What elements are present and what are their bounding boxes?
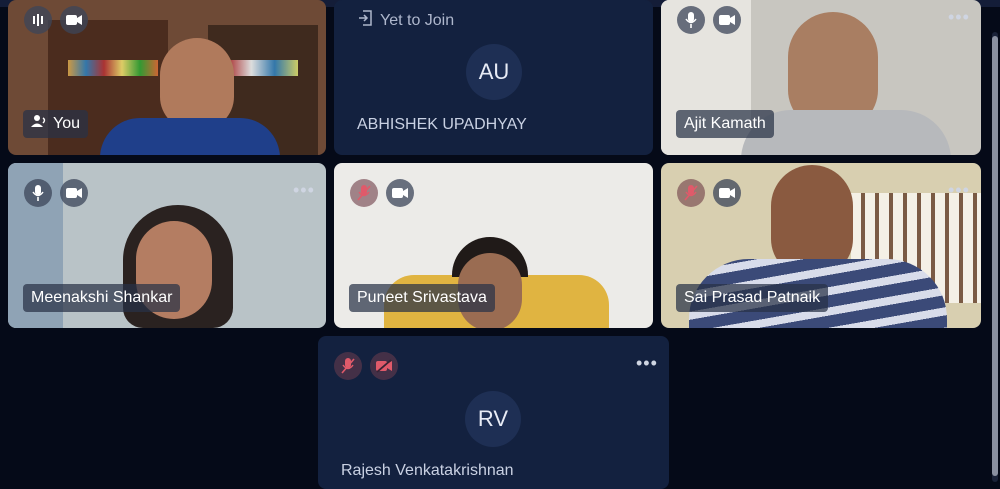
camera-icon[interactable] [713,179,741,207]
video-tile-ajit[interactable]: ••• Ajit Kamath [661,0,981,155]
camera-off-icon[interactable] [370,352,398,380]
participant-name: Meenakshi Shankar [31,289,173,306]
person-body [100,118,280,155]
camera-icon[interactable] [386,179,414,207]
participant-name-tag: Puneet Srivastava [349,284,495,312]
more-options-icon[interactable]: ••• [948,8,970,26]
mic-off-icon[interactable] [677,179,705,207]
participant-name-tag: You [23,110,88,138]
video-tile-abhishek[interactable]: Yet to Join AU ABHISHEK UPADHYAY [334,0,653,155]
more-options-icon[interactable]: ••• [948,181,970,199]
mic-icon[interactable] [24,179,52,207]
participant-name: You [53,115,80,132]
yet-to-join-status: Yet to Join [358,10,454,31]
avatar: RV [465,391,521,447]
user-icon [31,110,47,138]
person-face [160,38,234,130]
camera-icon[interactable] [60,6,88,34]
participant-name: Rajesh Venkatakrishnan [341,462,514,479]
video-tile-meenakshi[interactable]: ••• Meenakshi Shankar [8,163,326,328]
more-options-icon[interactable]: ••• [293,181,315,199]
participant-name: ABHISHEK UPADHYAY [357,116,527,133]
camera-icon[interactable] [60,179,88,207]
books-row [228,60,298,76]
sign-in-icon [358,10,372,31]
mic-off-icon[interactable] [334,352,362,380]
video-tile-sai[interactable]: ••• Sai Prasad Patnaik [661,163,981,328]
video-tile-you[interactable]: You [8,0,326,155]
scrollbar-thumb[interactable] [992,36,998,476]
participant-name-tag: Sai Prasad Patnaik [676,284,829,312]
participant-name: Ajit Kamath [684,115,766,132]
participant-name-tag: Meenakshi Shankar [23,284,181,312]
books-row [68,60,158,76]
mic-icon[interactable] [677,6,705,34]
participant-name-tag: Ajit Kamath [676,110,774,138]
camera-icon[interactable] [713,6,741,34]
status-text: Yet to Join [380,11,455,29]
mic-icon[interactable] [24,6,52,34]
participant-name: Puneet Srivastava [357,289,487,306]
participant-name: Sai Prasad Patnaik [684,289,821,306]
mic-off-icon[interactable] [350,179,378,207]
avatar: AU [466,44,522,100]
video-tile-rajesh[interactable]: ••• RV Rajesh Venkatakrishnan [318,336,669,489]
video-tile-puneet[interactable]: Puneet Srivastava [334,163,653,328]
more-options-icon[interactable]: ••• [636,354,658,372]
